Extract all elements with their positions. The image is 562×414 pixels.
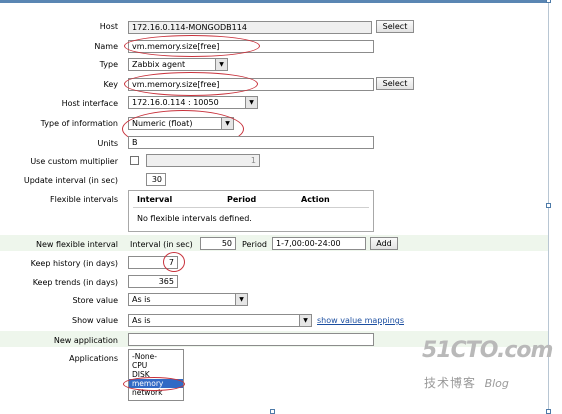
units-label: Units — [97, 139, 118, 148]
host-input[interactable]: 172.16.0.114-MONGODB114 — [128, 21, 372, 34]
applications-option[interactable]: -None- — [132, 352, 180, 361]
store-value-label: Store value — [72, 296, 118, 305]
new-application-input[interactable] — [128, 333, 374, 346]
custom-multiplier-checkbox[interactable] — [130, 156, 139, 165]
custom-multiplier-label: Use custom multiplier — [30, 157, 118, 166]
units-input[interactable]: B — [128, 136, 374, 149]
key-label: Key — [103, 80, 118, 89]
store-value-select[interactable]: As is ▼ — [128, 293, 248, 306]
store-value-value: As is — [132, 295, 151, 304]
chevron-down-icon: ▼ — [245, 97, 257, 108]
chevron-down-icon: ▼ — [235, 294, 247, 305]
watermark-brand: 51CTO.com — [422, 338, 553, 363]
new-interval-input[interactable]: 50 — [200, 237, 236, 250]
window-top-bar — [0, 0, 548, 3]
flex-empty-text: No flexible intervals defined. — [137, 214, 252, 223]
resize-handle-bottom[interactable] — [270, 409, 275, 414]
chevron-down-icon: ▼ — [299, 315, 311, 326]
watermark-blog: Blog — [484, 377, 509, 390]
annotation-oval-name — [124, 35, 260, 57]
applications-listbox[interactable]: -None- CPU DISK memory network — [128, 349, 184, 401]
flexible-intervals-table: Interval Period Action No flexible inter… — [128, 190, 374, 232]
name-label: Name — [94, 42, 118, 51]
resize-handle-corner[interactable] — [546, 409, 551, 414]
new-flexible-interval-label: New flexible interval — [35, 240, 118, 249]
show-value-label: Show value — [72, 316, 118, 325]
add-interval-button[interactable]: Add — [370, 237, 398, 250]
interval-in-sec-label: Interval (in sec) — [130, 240, 193, 249]
keep-history-label: Keep history (in days) — [30, 259, 118, 268]
type-of-information-label: Type of information — [40, 119, 118, 128]
type-label: Type — [99, 60, 118, 69]
host-interface-label: Host interface — [61, 99, 118, 108]
flex-header-divider — [133, 207, 369, 208]
annotation-oval-keep-history — [163, 252, 185, 272]
period-input[interactable]: 1-7,00:00-24:00 — [272, 237, 366, 250]
watermark-tagline-group: 技术博客 Blog — [424, 374, 509, 391]
flex-header-period: Period — [227, 195, 257, 204]
host-interface-select[interactable]: 172.16.0.114 : 10050 ▼ — [128, 96, 258, 109]
period-label: Period — [242, 240, 267, 249]
applications-label: Applications — [69, 354, 118, 363]
host-select-button[interactable]: Select — [376, 20, 414, 33]
new-application-label: New application — [53, 336, 118, 345]
host-interface-value: 172.16.0.114 : 10050 — [132, 98, 219, 107]
resize-handle-top[interactable] — [546, 0, 551, 3]
watermark-tagline: 技术博客 — [424, 376, 477, 390]
update-interval-label: Update interval (in sec) — [23, 176, 118, 185]
chevron-down-icon: ▼ — [215, 59, 227, 70]
resize-handle-right[interactable] — [546, 203, 551, 208]
custom-multiplier-input[interactable]: 1 — [146, 154, 260, 167]
key-select-button[interactable]: Select — [376, 77, 414, 90]
show-value-select[interactable]: As is ▼ — [128, 314, 312, 327]
flexible-intervals-label: Flexible intervals — [50, 195, 118, 204]
applications-option[interactable]: CPU — [132, 361, 180, 370]
type-select-value: Zabbix agent — [132, 60, 186, 69]
flex-header-interval: Interval — [137, 195, 173, 204]
show-value-mappings-link[interactable]: show value mappings — [317, 316, 404, 325]
show-value-value: As is — [132, 316, 151, 325]
keep-trends-label: Keep trends (in days) — [32, 278, 118, 287]
type-select[interactable]: Zabbix agent ▼ — [128, 58, 228, 71]
keep-trends-input[interactable]: 365 — [128, 275, 178, 288]
host-label: Host — [99, 22, 118, 31]
update-interval-input[interactable]: 30 — [146, 173, 166, 186]
annotation-oval-applications — [123, 377, 185, 391]
annotation-oval-key — [124, 72, 258, 96]
watermark-logo: 51CTO.com — [422, 338, 553, 363]
flex-header-action: Action — [301, 195, 330, 204]
